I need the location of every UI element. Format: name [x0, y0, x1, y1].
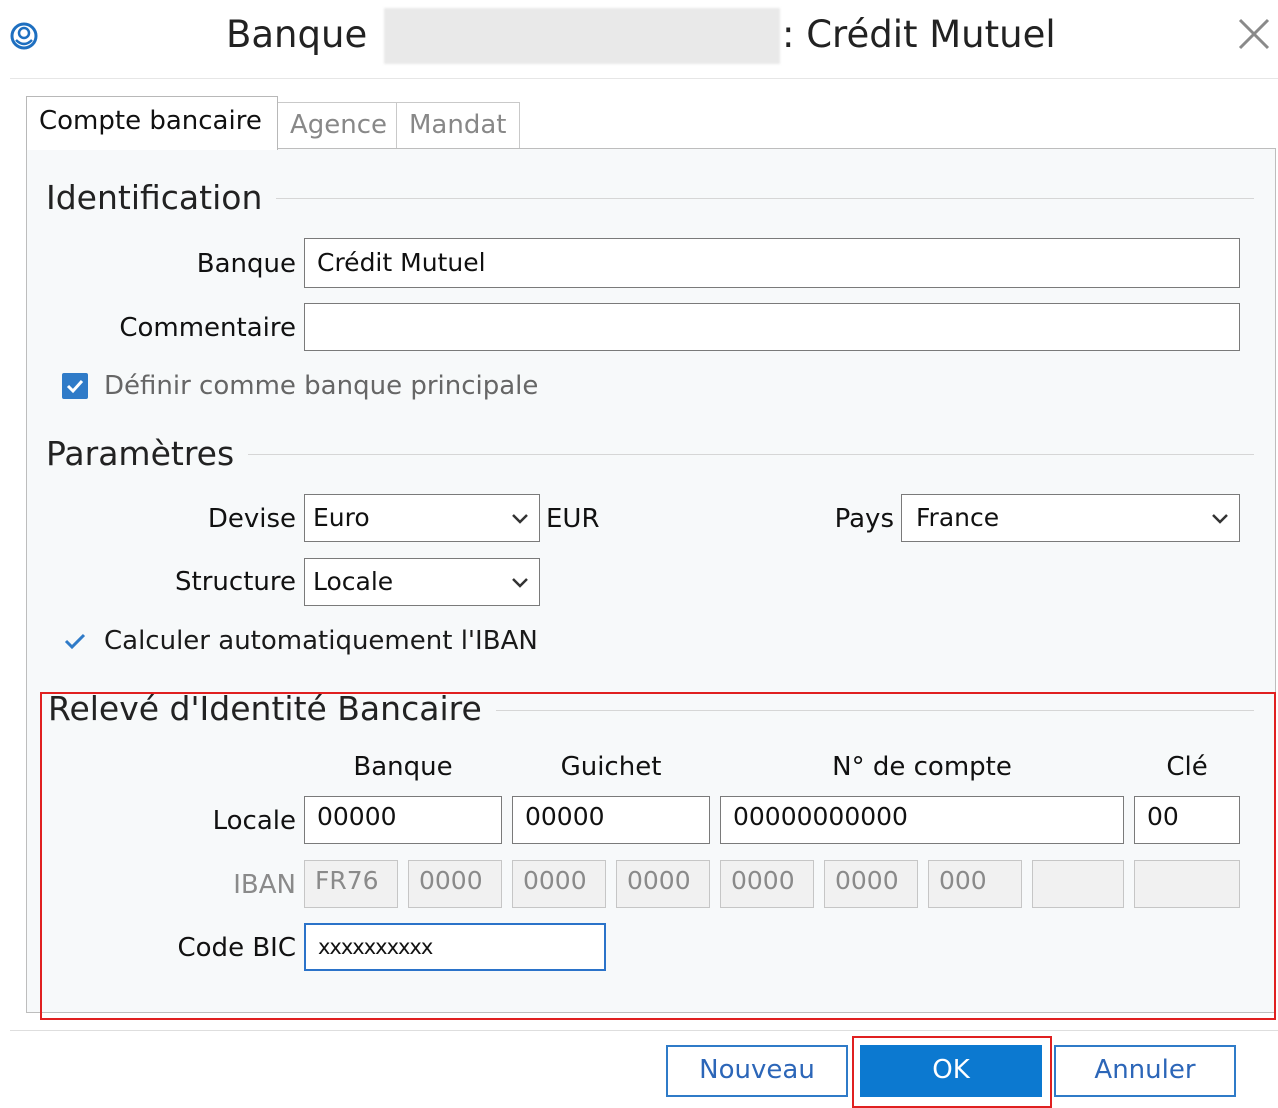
- check-icon: [66, 379, 84, 394]
- principal-label: Définir comme banque principale: [104, 371, 539, 401]
- devise-select[interactable]: Euro: [304, 494, 540, 542]
- structure-select[interactable]: Locale: [304, 558, 540, 606]
- annuler-button[interactable]: Annuler: [1054, 1045, 1236, 1097]
- pays-select[interactable]: France: [901, 494, 1240, 542]
- commentaire-label: Commentaire: [119, 313, 296, 343]
- window-title-suffix: : Crédit Mutuel: [782, 13, 1056, 56]
- redacted-name: [384, 8, 780, 64]
- close-icon[interactable]: [1232, 12, 1276, 56]
- section-title-parametres: Paramètres: [46, 434, 249, 474]
- principal-checkbox[interactable]: [62, 373, 88, 399]
- tab-mandat[interactable]: Mandat: [396, 102, 520, 148]
- pays-value: France: [916, 503, 1000, 532]
- section-divider: [270, 198, 1254, 199]
- section-divider: [246, 454, 1254, 455]
- chevron-down-icon: [1212, 514, 1228, 524]
- check-icon: [64, 633, 86, 650]
- devise-code: EUR: [546, 504, 600, 534]
- iban-auto-checkbox[interactable]: [62, 628, 88, 654]
- tab-agence[interactable]: Agence: [277, 102, 397, 148]
- nouveau-button[interactable]: Nouveau: [666, 1045, 848, 1097]
- window-title-prefix: Banque: [226, 13, 368, 56]
- chevron-down-icon: [512, 514, 528, 524]
- structure-value: Locale: [313, 567, 394, 596]
- banque-input[interactable]: Crédit Mutuel: [304, 238, 1240, 288]
- banque-label: Banque: [196, 249, 296, 279]
- title-separator: [10, 78, 1278, 79]
- structure-label: Structure: [175, 567, 296, 597]
- app-logo-icon: [10, 22, 38, 50]
- commentaire-input[interactable]: [304, 303, 1240, 351]
- iban-auto-label: Calculer automatiquement l'IBAN: [104, 626, 538, 656]
- section-title-identification: Identification: [46, 178, 277, 218]
- chevron-down-icon: [512, 578, 528, 588]
- devise-value: Euro: [313, 503, 370, 532]
- ok-highlight: [852, 1036, 1052, 1108]
- footer-separator: [10, 1030, 1278, 1031]
- rib-highlight: [40, 692, 1276, 1020]
- pays-label: Pays: [834, 504, 894, 534]
- devise-label: Devise: [207, 504, 296, 534]
- tab-compte-bancaire[interactable]: Compte bancaire: [26, 96, 278, 150]
